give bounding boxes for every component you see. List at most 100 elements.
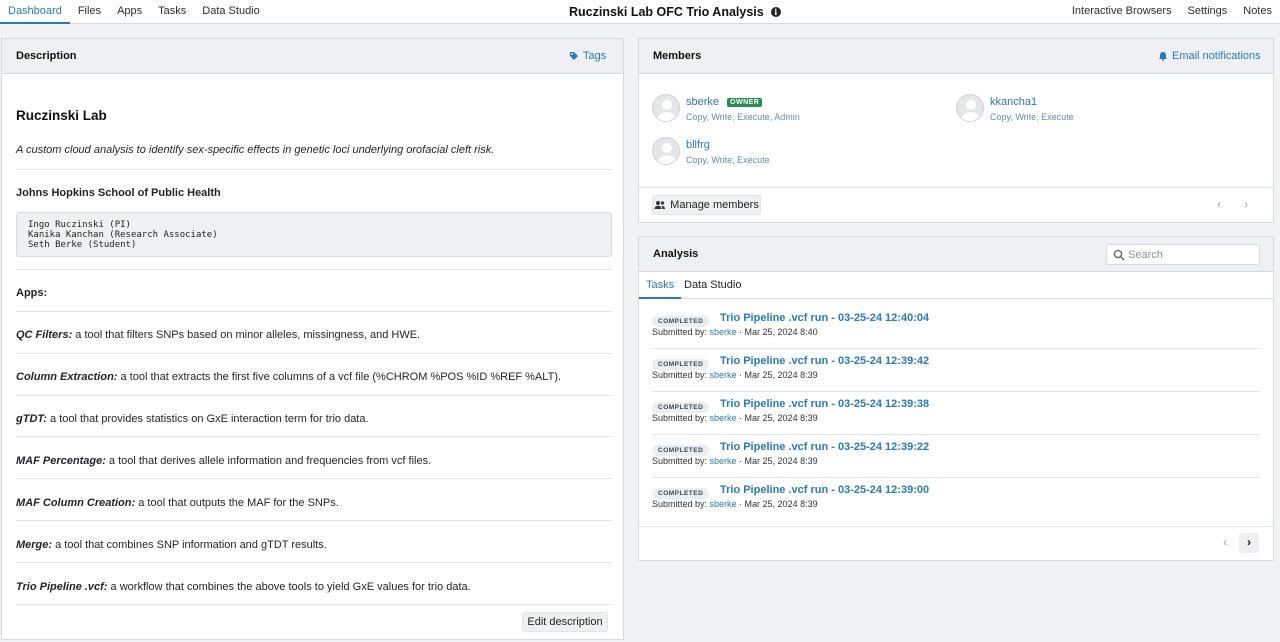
nav-data-studio[interactable]: Data Studio — [194, 0, 267, 24]
tool-maf-column-creation: MAF Column Creation: a tool that outputs… — [16, 497, 339, 509]
tool-name: gTDT: — [16, 413, 47, 425]
run-submitted: Submitted by: sberke · Mar 25, 2024 8:40 — [652, 327, 818, 337]
top-nav: Dashboard Files Apps Tasks Data Studio R… — [0, 0, 1280, 24]
tool-name: Merge: — [16, 539, 53, 551]
manage-members-button[interactable]: Manage members — [652, 195, 761, 215]
tool-desc: a tool that combines SNP information and… — [52, 539, 327, 551]
analysis-prev-page-button[interactable]: ‹ — [1215, 533, 1235, 553]
avatar — [956, 94, 984, 122]
analysis-tabs: Tasks Data Studio — [639, 272, 1273, 299]
divider — [16, 269, 612, 270]
nav-settings[interactable]: Settings — [1180, 0, 1236, 24]
tab-tasks[interactable]: Tasks — [639, 272, 682, 299]
members-panel: Members Email notifications sberke OWNER… — [638, 38, 1274, 223]
submitter-link[interactable]: sberke — [710, 327, 737, 337]
divider — [16, 436, 612, 437]
description-header: Description Tags — [2, 39, 623, 74]
tags-link[interactable]: Tags — [569, 50, 606, 62]
status-badge: COMPLETED — [652, 316, 710, 327]
tool-merge: Merge: a tool that combines SNP informat… — [16, 539, 327, 551]
status-badge: COMPLETED — [652, 402, 710, 413]
submitted-prefix: Submitted by: — [652, 413, 710, 423]
run-title-link[interactable]: Trio Pipeline .vcf run - 03-25-24 12:39:… — [720, 441, 929, 453]
member-name[interactable]: bllfrg — [686, 139, 710, 151]
tool-desc: a tool that derives allele information a… — [105, 455, 432, 467]
divider — [16, 395, 612, 396]
tool-name: QC Filters: — [16, 329, 73, 341]
search-input[interactable] — [1128, 247, 1256, 262]
edit-description-button[interactable]: Edit description — [522, 612, 608, 632]
owner-badge: OWNER — [727, 97, 763, 107]
tool-desc: a tool that provides statistics on GxE i… — [46, 413, 369, 425]
bell-icon — [1159, 52, 1167, 61]
submitted-prefix: Submitted by: — [652, 499, 710, 509]
tags-label: Tags — [583, 50, 607, 62]
member-permissions: Copy, Write, Execute — [686, 155, 770, 165]
member-name-wrap: sberke OWNER — [686, 96, 763, 108]
submitted-prefix: Submitted by: — [652, 456, 710, 466]
members-prev-page-button[interactable]: ‹ — [1209, 195, 1229, 215]
tool-name: Column Extraction: — [16, 371, 118, 383]
status-badge: COMPLETED — [652, 445, 710, 456]
member-name[interactable]: sberke — [686, 96, 719, 108]
submitter-link[interactable]: sberke — [710, 370, 737, 380]
divider — [652, 477, 1260, 478]
member-name-wrap: bllfrg — [686, 139, 710, 151]
run-title-link[interactable]: Trio Pipeline .vcf run - 03-25-24 12:39:… — [720, 398, 929, 410]
nav-apps[interactable]: Apps — [109, 0, 150, 24]
divider — [639, 187, 1273, 188]
divider — [639, 526, 1273, 527]
search-icon — [1113, 249, 1125, 261]
nav-left: Dashboard Files Apps Tasks Data Studio — [0, 0, 268, 24]
info-icon[interactable]: i — [770, 7, 781, 17]
run-title-link[interactable]: Trio Pipeline .vcf run - 03-25-24 12:40:… — [720, 312, 929, 324]
divider — [652, 391, 1260, 392]
member-name[interactable]: kkancha1 — [990, 96, 1037, 108]
tool-desc: a tool that filters SNPs based on minor … — [72, 329, 421, 341]
submitter-link[interactable]: sberke — [710, 413, 737, 423]
nav-interactive-browsers[interactable]: Interactive Browsers — [1064, 0, 1180, 24]
divider — [16, 562, 612, 563]
run-title-link[interactable]: Trio Pipeline .vcf run - 03-25-24 12:39:… — [720, 355, 929, 367]
divider — [16, 311, 612, 312]
analysis-next-page-button[interactable]: › — [1239, 533, 1259, 553]
avatar — [652, 94, 680, 122]
submitted-prefix: Submitted by: — [652, 327, 710, 337]
nav-tasks[interactable]: Tasks — [150, 0, 194, 24]
search-box — [1106, 244, 1260, 265]
submitted-prefix: Submitted by: — [652, 370, 710, 380]
members-title: Members — [653, 50, 702, 62]
tab-data-studio[interactable]: Data Studio — [677, 272, 748, 299]
run-date: · Mar 25, 2024 8:40 — [736, 327, 818, 337]
analysis-panel: Analysis Tasks Data Studio COMPLETED Tri… — [638, 236, 1274, 561]
run-title-link[interactable]: Trio Pipeline .vcf run - 03-25-24 12:39:… — [720, 484, 929, 496]
members-next-page-button[interactable]: › — [1236, 195, 1256, 215]
list-item: COMPLETED Trio Pipeline .vcf run - 03-25… — [652, 479, 1260, 522]
nav-right: Interactive Browsers Settings Notes — [1064, 0, 1280, 24]
tool-column-extraction: Column Extraction: a tool that extracts … — [16, 371, 561, 383]
run-date: · Mar 25, 2024 8:39 — [736, 413, 818, 423]
submitter-link[interactable]: sberke — [710, 499, 737, 509]
nav-files[interactable]: Files — [70, 0, 109, 24]
run-submitted: Submitted by: sberke · Mar 25, 2024 8:39 — [652, 499, 818, 509]
nav-notes[interactable]: Notes — [1235, 0, 1280, 24]
member-name-wrap: kkancha1 — [990, 96, 1037, 108]
submitter-link[interactable]: sberke — [710, 456, 737, 466]
analysis-title: Analysis — [653, 248, 699, 260]
divider — [16, 604, 612, 605]
run-date: · Mar 25, 2024 8:39 — [736, 456, 818, 466]
description-panel: Description Tags Ruczinski Lab A custom … — [1, 38, 624, 640]
nav-dashboard[interactable]: Dashboard — [0, 0, 70, 24]
list-item: COMPLETED Trio Pipeline .vcf run - 03-25… — [652, 436, 1260, 479]
tool-desc: a workflow that combines the above tools… — [107, 581, 471, 593]
tool-name: Trio Pipeline .vcf: — [16, 581, 108, 593]
apps-label: Apps: — [16, 287, 48, 299]
email-notifications-link[interactable]: Email notifications — [1158, 50, 1261, 62]
members-header: Members Email notifications — [639, 39, 1273, 74]
lab-description: A custom cloud analysis to identify sex-… — [16, 144, 495, 156]
member-permissions: Copy, Write, Execute, Admin — [686, 112, 800, 122]
divider — [652, 348, 1260, 349]
run-submitted: Submitted by: sberke · Mar 25, 2024 8:39 — [652, 370, 818, 380]
divider — [652, 434, 1260, 435]
school-name: Johns Hopkins School of Public Health — [16, 187, 221, 199]
